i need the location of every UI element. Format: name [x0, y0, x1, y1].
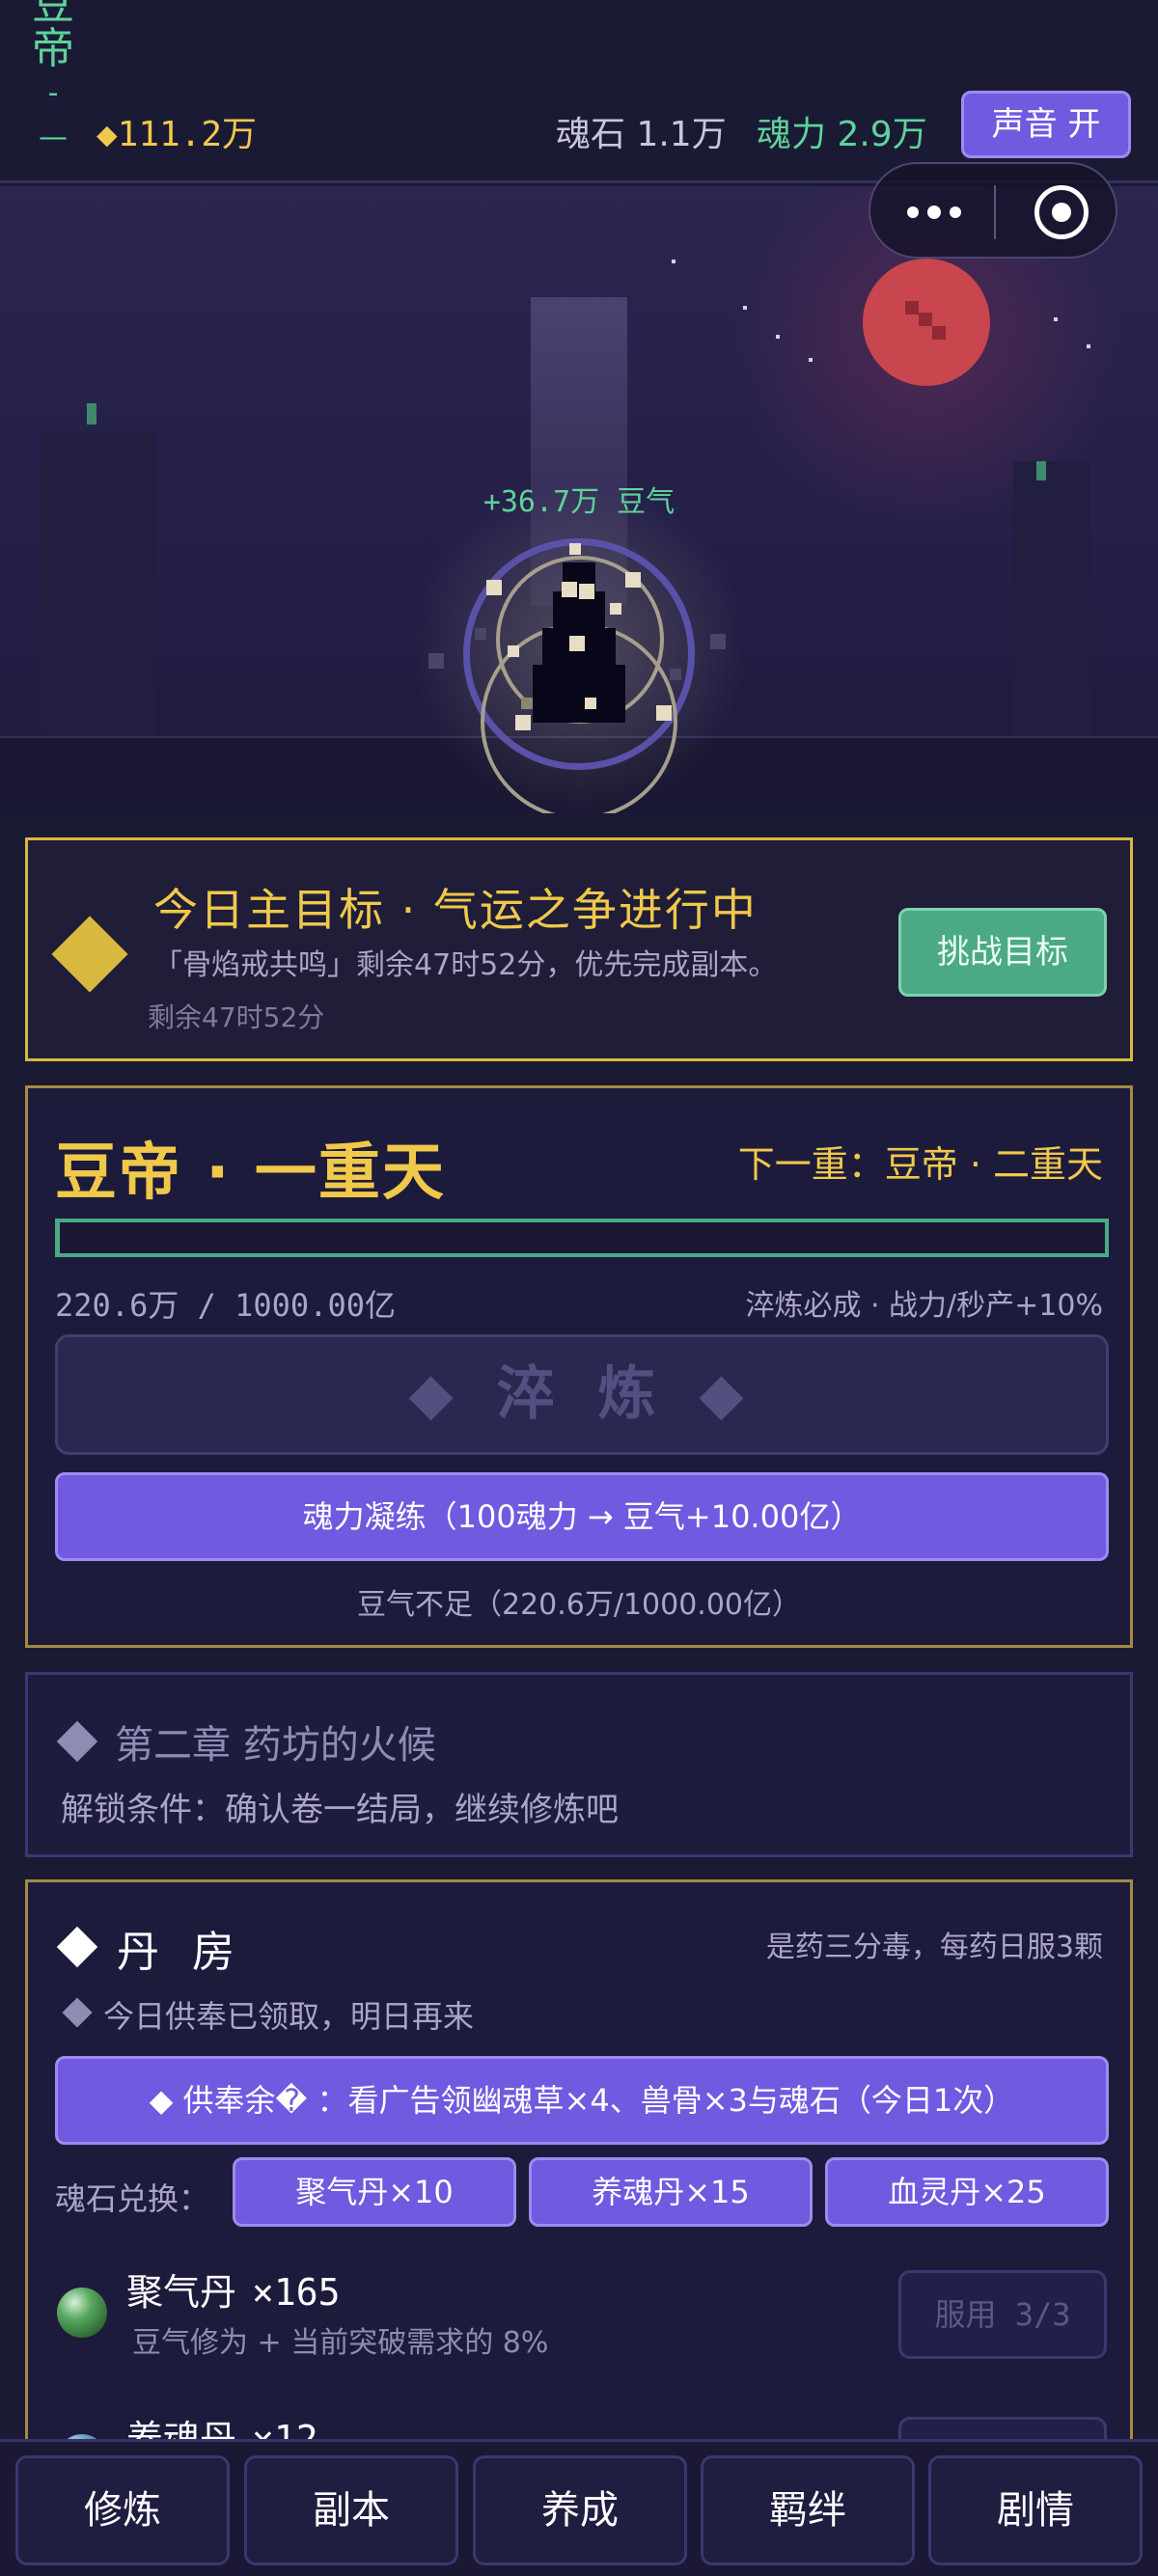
cultivation-scene: +36.7万 豆气	[0, 186, 1158, 813]
pill-count: ×165	[252, 2271, 341, 2314]
star	[776, 335, 780, 339]
title-char-2: 帝	[32, 24, 74, 73]
next-realm: 下一重：豆帝 · 二重天	[737, 1143, 1103, 1186]
cultivator-robe	[533, 665, 625, 723]
tribute-ad-button[interactable]: ◆ 供奉余� ：看广告领幽魂草×4、兽骨×3与魂石（今日1次）	[55, 2056, 1109, 2145]
pill-name: 聚气丹 ×165	[126, 2262, 341, 2316]
spark	[515, 715, 531, 730]
bottom-nav: 修炼 副本 养成 羁绊 剧情	[0, 2439, 1158, 2576]
spark	[656, 705, 672, 721]
nav-tab-dungeon[interactable]: 副本	[244, 2455, 458, 2565]
realm-title-vertical: 豆 帝 - —	[31, 0, 75, 160]
star	[672, 260, 676, 263]
challenge-goal-button[interactable]: 挑战目标	[898, 908, 1107, 997]
capsule-divider	[994, 185, 996, 239]
chapter-diamond-icon	[56, 1720, 98, 1763]
star	[743, 306, 747, 310]
goal-time-left: 剩余47时52分	[148, 1001, 325, 1033]
chapter-panel[interactable]: 第二章 药坊的火候 解锁条件：确认卷一结局，继续修炼吧	[25, 1672, 1133, 1857]
spark	[428, 653, 444, 669]
nav-tab-story[interactable]: 剧情	[928, 2455, 1143, 2565]
sound-toggle-button[interactable]: 声音 开	[961, 91, 1131, 158]
spark	[521, 698, 533, 709]
title-line: —	[39, 121, 68, 154]
spark	[670, 669, 681, 680]
pill-description: 豆气修为 + 当前突破需求的 8%	[132, 2326, 549, 2360]
soul-condense-button[interactable]: 魂力凝练（100魂力 → 豆气+10.00亿）	[55, 1472, 1109, 1561]
nav-tab-bonds[interactable]: 羁绊	[701, 2455, 915, 2565]
spark	[569, 636, 585, 651]
spark	[585, 698, 596, 709]
spark	[569, 543, 581, 555]
miniprogram-capsule	[868, 162, 1117, 259]
soul-force-counter: 魂力 2.9万	[757, 115, 927, 154]
qi-gain-popup: +36.7万 豆气	[482, 485, 676, 519]
close-miniprogram-icon[interactable]	[1034, 185, 1089, 239]
blood-moon-icon	[863, 259, 990, 386]
use-pill-button[interactable]: 服用 3/3	[898, 2270, 1107, 2359]
more-icon[interactable]	[899, 185, 967, 239]
exchange-label: 魂石兑换：	[55, 2180, 210, 2217]
note-diamond-icon	[62, 1997, 93, 2028]
exchange-button-juqi[interactable]: 聚气丹×10	[233, 2157, 516, 2227]
pill-room-title: 丹 房	[117, 1928, 244, 1977]
realm-progress-bar	[55, 1219, 1109, 1257]
daily-goal-panel: 今日主目标 · 气运之争进行中 「骨焰戒共鸣」剩余47时52分，优先完成副本。 …	[25, 837, 1133, 1061]
top-bar: 豆 帝 - — ◆111.2万 魂石 1.1万 魂力 2.9万 声音 开	[0, 0, 1158, 183]
realm-progress-text: 220.6万 / 1000.00亿	[55, 1287, 396, 1324]
goal-description: 「骨焰戒共鸣」剩余47时52分，优先完成副本。	[153, 948, 778, 982]
refine-button[interactable]: ◆ 淬 炼 ◆	[55, 1334, 1109, 1455]
chapter-unlock-condition: 解锁条件：确认卷一结局，继续修炼吧	[61, 1791, 619, 1829]
daily-tribute-note: 今日供奉已领取，明日再来	[103, 1998, 475, 2035]
qi-insufficient-text: 豆气不足（220.6万/1000.00亿）	[356, 1588, 802, 1622]
star	[1054, 317, 1058, 321]
pill-room-rule: 是药三分毒，每药日服3颗	[765, 1931, 1103, 1964]
soul-stone-counter: 魂石 1.1万	[556, 115, 727, 154]
pillar-lamp	[87, 403, 96, 425]
pill-item: 聚气丹 ×165 豆气修为 + 当前突破需求的 8% 服用 3/3	[28, 2255, 1130, 2361]
spark	[508, 645, 519, 657]
spark	[610, 603, 621, 615]
realm-panel: 豆帝 · 一重天 下一重：豆帝 · 二重天 220.6万 / 1000.00亿 …	[25, 1085, 1133, 1648]
star	[1087, 344, 1090, 348]
realm-bonus-text: 淬炼必成 · 战力/秒产+10%	[745, 1289, 1103, 1323]
nav-tab-develop[interactable]: 养成	[473, 2455, 687, 2565]
spark	[562, 582, 577, 597]
pill-room-diamond-icon	[56, 1926, 98, 1968]
chapter-title: 第二章 药坊的火候	[115, 1723, 436, 1768]
pill-room-panel: 丹 房 是药三分毒，每药日服3颗 今日供奉已领取，明日再来 ◆ 供奉余� ：看广…	[25, 1879, 1133, 2506]
title-char-1: 豆	[32, 0, 74, 29]
spark	[710, 634, 726, 649]
spark	[486, 580, 502, 595]
goal-diamond-icon	[51, 916, 128, 993]
spark	[475, 628, 486, 640]
pill-name-text: 聚气丹	[126, 2271, 237, 2314]
gold-counter: ◆111.2万	[96, 115, 258, 154]
nav-tab-cultivate[interactable]: 修炼	[15, 2455, 230, 2565]
spark	[579, 584, 594, 599]
realm-title: 豆帝 · 一重天	[55, 1137, 446, 1209]
spark	[625, 572, 641, 588]
star	[809, 358, 813, 362]
goal-title: 今日主目标 · 气运之争进行中	[153, 884, 758, 936]
exchange-button-yanghun[interactable]: 养魂丹×15	[529, 2157, 813, 2227]
title-mark: -	[47, 76, 59, 110]
exchange-button-xueling[interactable]: 血灵丹×25	[825, 2157, 1109, 2227]
green-pill-icon	[57, 2288, 107, 2338]
